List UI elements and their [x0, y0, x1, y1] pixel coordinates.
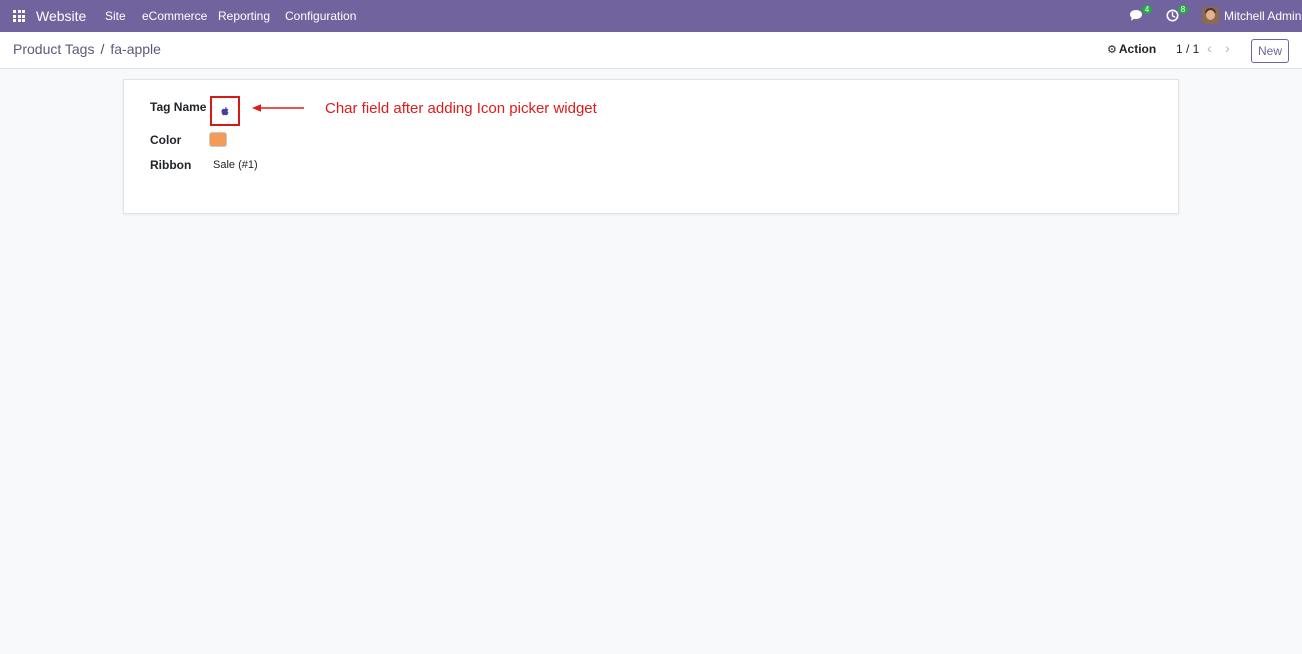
- messages-count-badge: 4: [1142, 5, 1152, 14]
- breadcrumb-separator: /: [100, 41, 105, 57]
- color-label: Color: [150, 133, 182, 147]
- breadcrumb-parent[interactable]: Product Tags: [13, 41, 94, 57]
- action-button[interactable]: ⚙ Action: [1107, 42, 1156, 57]
- activities-button[interactable]: 8: [1166, 5, 1188, 23]
- new-button[interactable]: New: [1251, 39, 1289, 63]
- form-sheet: Tag Name Color Ribbon Sale (#1): [123, 79, 1179, 214]
- chat-icon: [1130, 10, 1142, 21]
- annotation-text: Char field after adding Icon picker widg…: [325, 100, 597, 117]
- icon-picker-field[interactable]: [210, 96, 240, 126]
- control-panel: Product Tags / fa-apple ⚙ Action 1 / 1 ‹ › …: [0, 32, 1302, 69]
- color-swatch[interactable]: [209, 132, 227, 147]
- menu-item-reporting[interactable]: Reporting: [218, 10, 270, 23]
- tag-name-label: Tag Name: [150, 100, 207, 114]
- activities-count-badge: 8: [1178, 5, 1188, 14]
- breadcrumb: Product Tags / fa-apple: [13, 41, 161, 58]
- ribbon-value[interactable]: Sale (#1): [213, 159, 258, 172]
- menu-item-site[interactable]: Site: [105, 10, 126, 23]
- annotation-arrow-icon: [252, 104, 304, 112]
- menu-item-ecommerce[interactable]: eCommerce: [142, 10, 207, 23]
- gear-icon: ⚙: [1107, 44, 1117, 56]
- action-label: Action: [1118, 42, 1157, 56]
- apple-icon: [221, 106, 229, 116]
- clock-icon: [1166, 9, 1179, 22]
- apps-grid-icon[interactable]: [13, 10, 25, 22]
- chevron-right-icon[interactable]: ›: [1225, 40, 1230, 56]
- menu-item-configuration[interactable]: Configuration: [285, 10, 356, 23]
- messages-button[interactable]: 4: [1129, 5, 1152, 23]
- app-name[interactable]: Website: [36, 8, 86, 24]
- ribbon-label: Ribbon: [150, 158, 192, 172]
- pager-value[interactable]: 1 / 1: [1176, 43, 1199, 56]
- avatar[interactable]: [1202, 7, 1219, 24]
- chevron-left-icon[interactable]: ‹: [1207, 40, 1212, 56]
- breadcrumb-current: fa-apple: [110, 41, 161, 57]
- top-navbar: Website Site eCommerce Reporting Configu…: [0, 0, 1302, 32]
- user-name[interactable]: Mitchell Admin: [1224, 10, 1301, 23]
